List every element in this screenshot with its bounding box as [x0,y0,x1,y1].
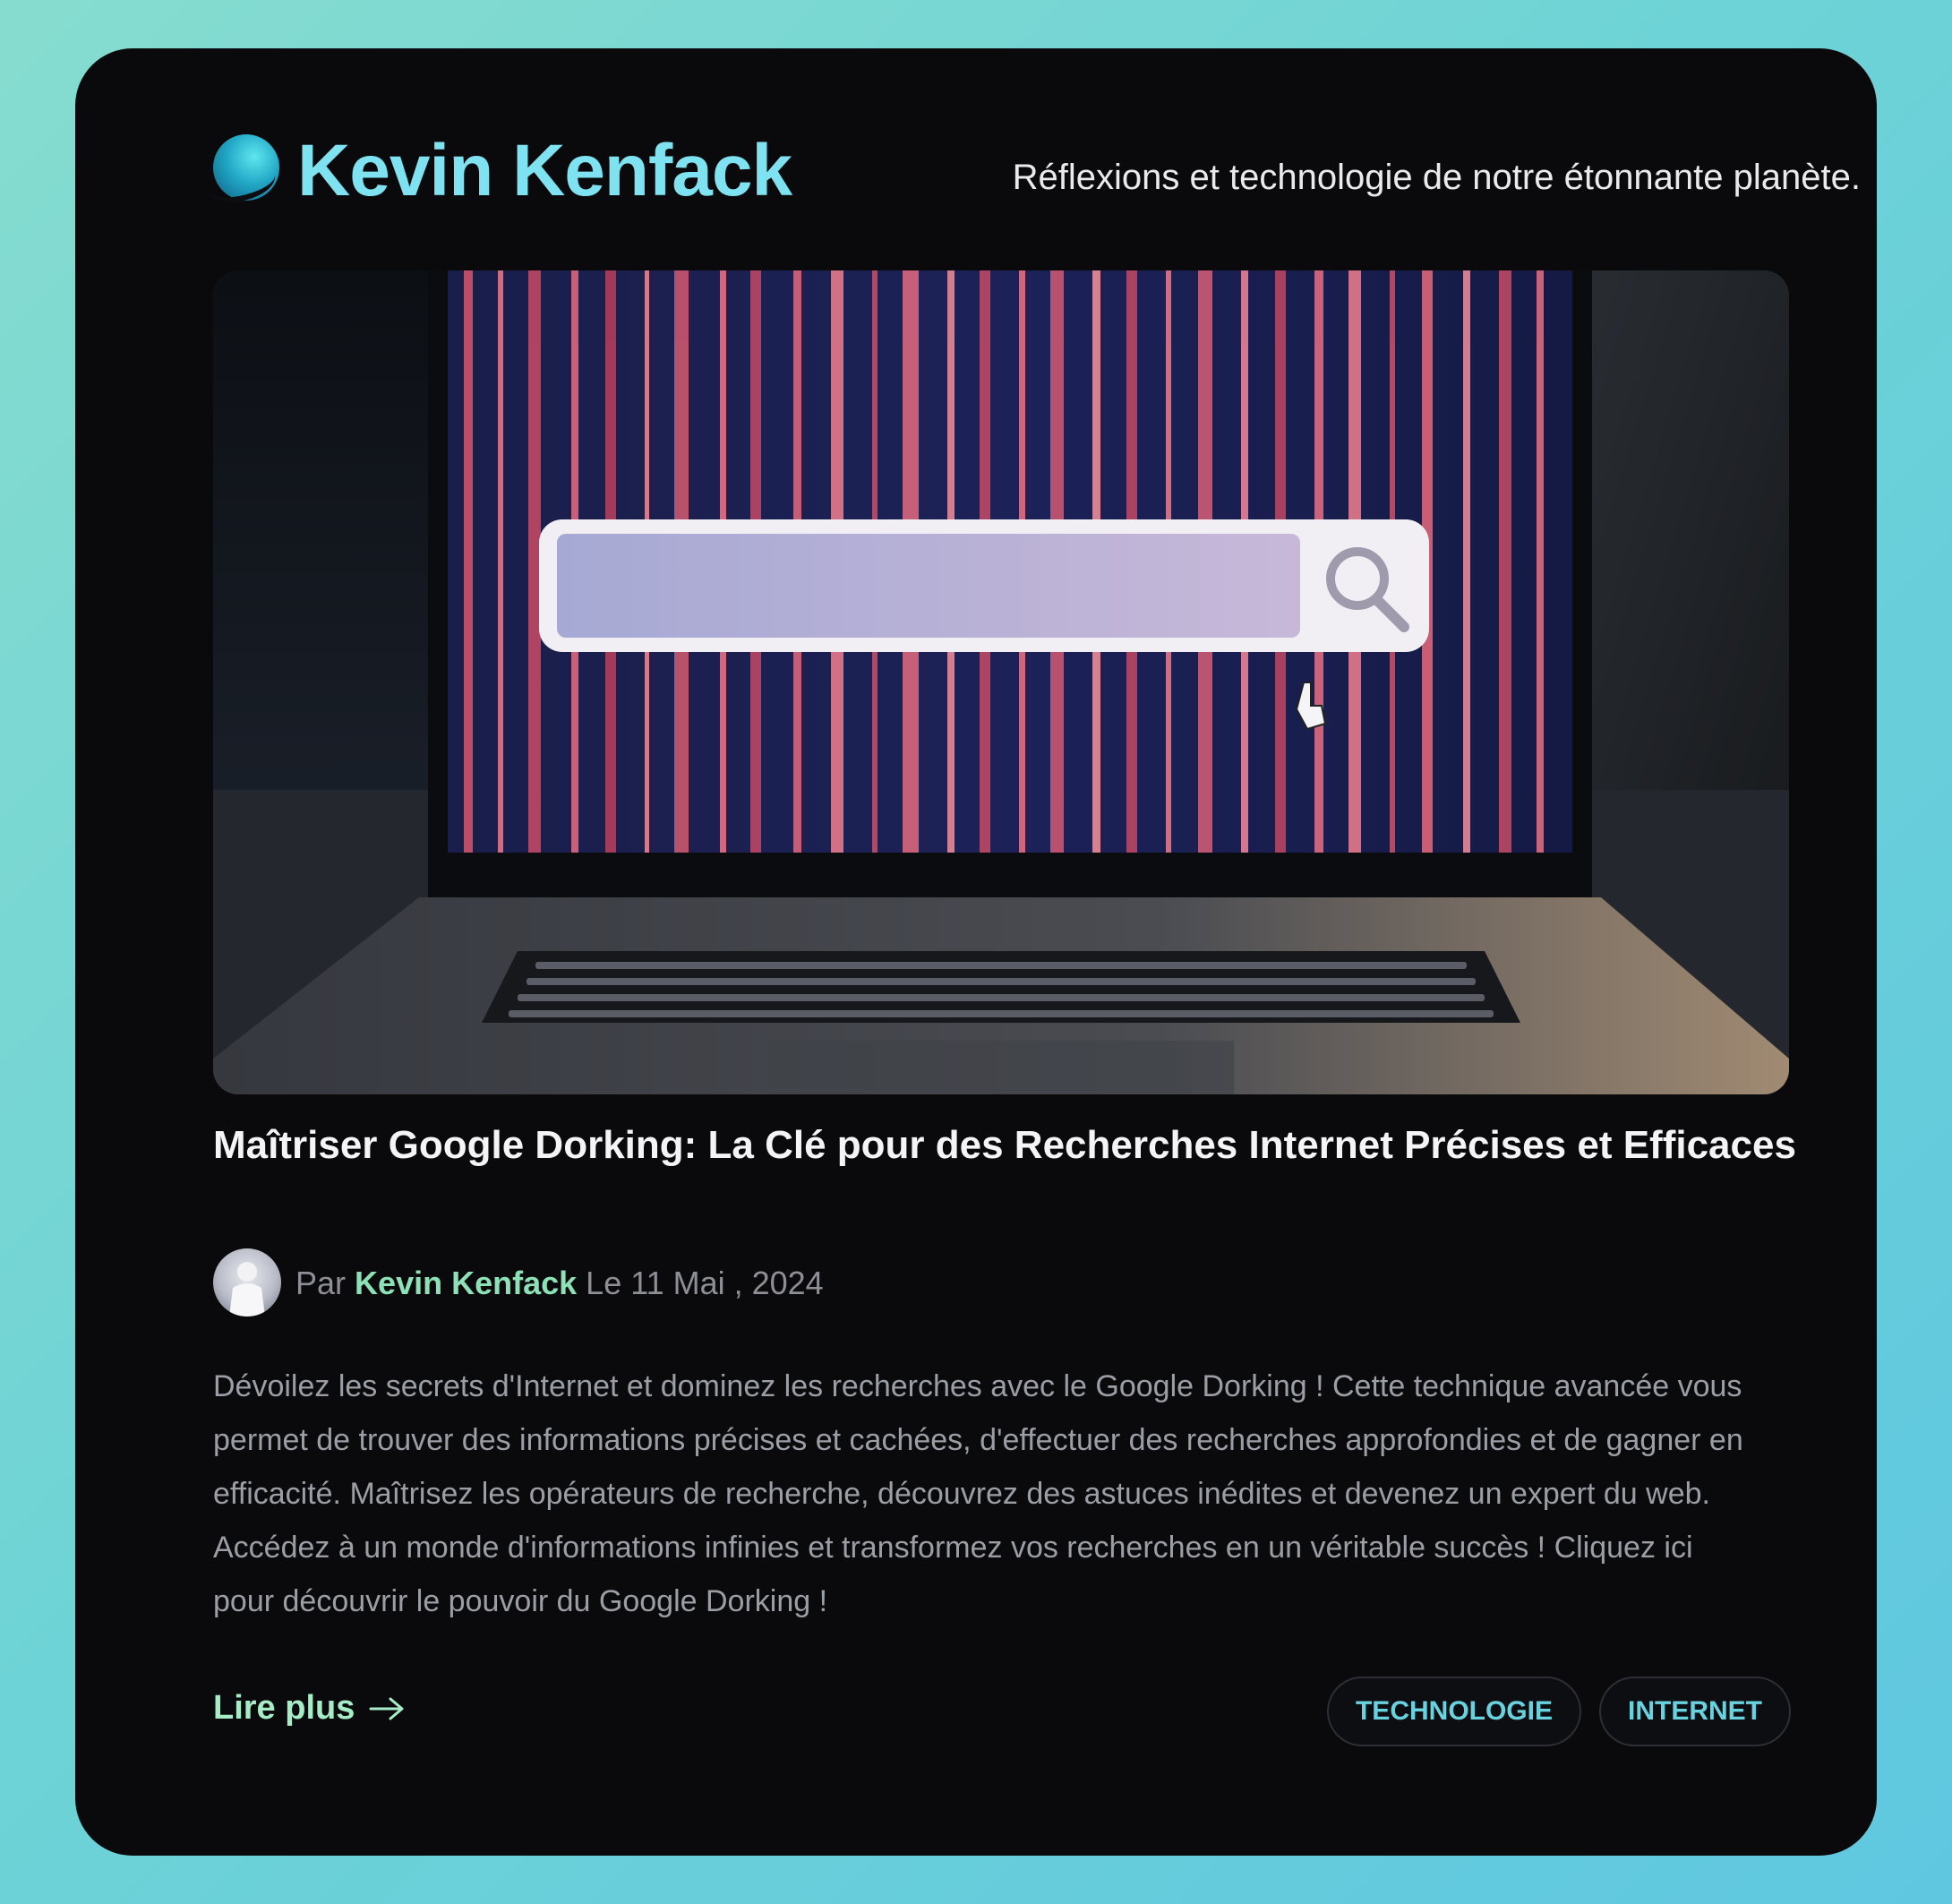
site-header: Kevin Kenfack Réflexions et technologie … [213,120,1861,227]
site-tagline: Réflexions et technologie de notre étonn… [1012,158,1861,197]
tag-internet[interactable]: INTERNET [1599,1677,1791,1746]
tag-list: TECHNOLOGIE INTERNET [1326,1677,1791,1746]
read-more-label: Lire plus [213,1689,355,1727]
post-date: Le 11 Mai , 2024 [586,1265,824,1301]
post-title[interactable]: Maîtriser Google Dorking: La Clé pour de… [213,1123,1825,1168]
post-excerpt: Dévoilez les secrets d'Internet et domin… [213,1369,1743,1618]
tag-technologie[interactable]: TECHNOLOGIE [1326,1677,1581,1746]
hero-image[interactable] [213,270,1789,1094]
globe-logo-icon[interactable] [213,134,279,201]
author-link[interactable]: Kevin Kenfack [355,1265,577,1301]
arrow-right-icon [369,1697,404,1720]
avatar[interactable] [213,1248,281,1317]
read-more-link[interactable]: Lire plus [213,1689,405,1728]
post-card: Kevin Kenfack Réflexions et technologie … [75,48,1877,1856]
site-title[interactable]: Kevin Kenfack [297,129,792,213]
byline-prefix: Par [295,1265,347,1301]
byline: Par Kevin Kenfack Le 11 Mai , 2024 [295,1265,824,1302]
